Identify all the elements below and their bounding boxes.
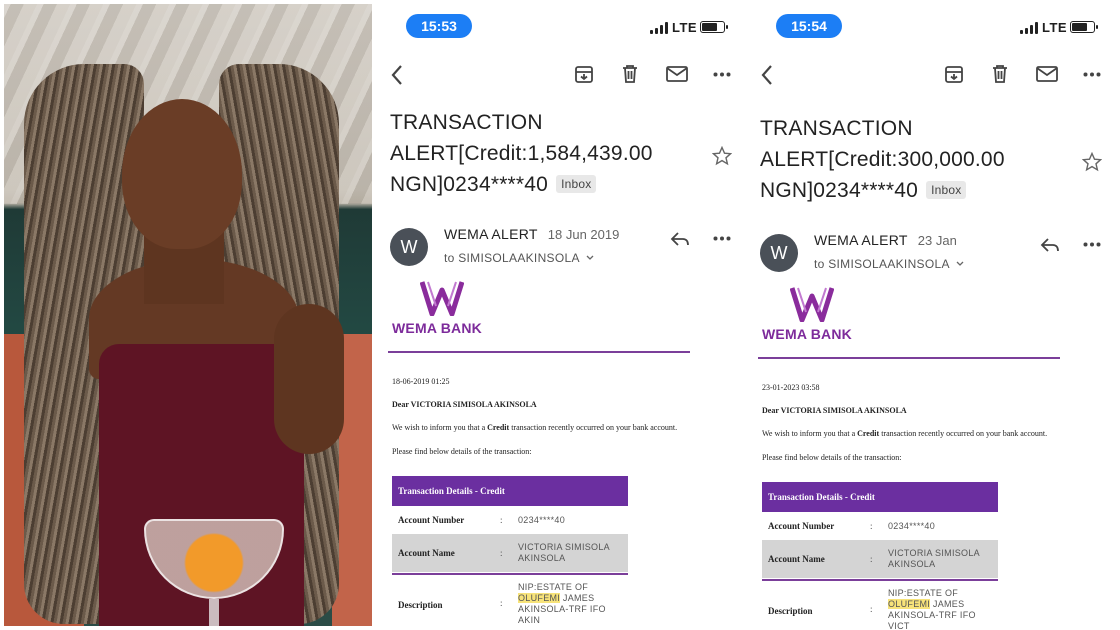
face <box>122 99 242 249</box>
intro-text: We wish to inform you that a Credit tran… <box>762 429 1048 438</box>
table-divider <box>392 573 628 575</box>
battery-icon <box>1070 21 1098 33</box>
signal-icon <box>1020 22 1040 34</box>
portrait-photo <box>4 4 372 626</box>
wema-bank-logo: WEMA BANK <box>392 280 502 340</box>
trash-icon[interactable] <box>991 64 1009 84</box>
header-divider <box>388 351 690 353</box>
network-type: LTE <box>1042 20 1068 35</box>
email-subject: TRANSACTION ALERT[Credit:1,584,439.00 NG… <box>390 111 653 196</box>
account-number-row: Account Number : 0234****40 <box>398 515 566 525</box>
inbox-label[interactable]: Inbox <box>926 181 967 199</box>
more-icon[interactable] <box>713 72 731 77</box>
highlighted-name: OLUFEMI <box>518 593 561 603</box>
avatar[interactable]: W <box>760 234 798 272</box>
account-name-row: Account Name : VICTORIA SIMISOLA AKINSOLA <box>762 540 998 578</box>
wema-logo-icon <box>420 281 464 316</box>
recipient-line[interactable]: to SIMISOLAAKINSOLA <box>814 255 964 271</box>
wema-logo-icon <box>790 287 834 322</box>
more-icon[interactable] <box>1083 72 1101 77</box>
mail-icon[interactable] <box>1036 66 1058 82</box>
table-title: Transaction Details - Credit <box>762 482 998 512</box>
network-type: LTE <box>672 20 698 35</box>
email-timestamp: 23-01-2023 03:58 <box>762 383 820 392</box>
email-subject: TRANSACTION ALERT[Credit:300,000.00 NGN]… <box>760 117 1005 202</box>
account-name-row: Account Name : VICTORIA SIMISOLA AKINSOLA <box>392 534 628 572</box>
chevron-down-icon[interactable] <box>956 255 964 269</box>
recipient-line[interactable]: to SIMISOLAAKINSOLA <box>444 249 594 265</box>
account-number-row: Account Number : 0234****40 <box>768 521 936 531</box>
sender-line[interactable]: WEMA ALERT 23 Jan <box>814 232 957 248</box>
wema-bank-logo: WEMA BANK <box>762 286 872 346</box>
details-intro: Please find below details of the transac… <box>762 453 902 462</box>
highlighted-name: OLUFEMI <box>888 599 931 609</box>
avatar[interactable]: W <box>390 228 428 266</box>
email-screenshot-2: 15:54 LTE TRANSACTION ALERT[Credit:300,0… <box>748 0 1110 630</box>
more-icon[interactable] <box>1083 242 1101 247</box>
arm <box>274 304 344 454</box>
mail-icon[interactable] <box>666 66 688 82</box>
back-icon[interactable] <box>760 64 774 86</box>
more-icon[interactable] <box>713 236 731 241</box>
email-screenshot-1: 15:53 LTE TRANSACTION ALERT[Credit:1,584… <box>378 0 740 630</box>
trash-icon[interactable] <box>621 64 639 84</box>
reply-icon[interactable] <box>670 231 690 247</box>
star-icon[interactable] <box>1082 152 1102 172</box>
table-title: Transaction Details - Credit <box>392 476 628 506</box>
reply-icon[interactable] <box>1040 237 1060 253</box>
signal-icon <box>650 22 670 34</box>
inbox-label[interactable]: Inbox <box>556 175 597 193</box>
greeting: Dear VICTORIA SIMISOLA AKINSOLA <box>762 406 907 415</box>
table-divider <box>762 579 998 581</box>
glass-stem <box>209 599 219 626</box>
archive-icon[interactable] <box>944 64 964 84</box>
intro-text: We wish to inform you that a Credit tran… <box>392 423 678 432</box>
star-icon[interactable] <box>712 146 732 166</box>
email-timestamp: 18-06-2019 01:25 <box>392 377 450 386</box>
status-time: 15:53 <box>406 14 472 38</box>
header-divider <box>758 357 1060 359</box>
battery-icon <box>700 21 728 33</box>
sender-line[interactable]: WEMA ALERT 18 Jun 2019 <box>444 226 619 242</box>
archive-icon[interactable] <box>574 64 594 84</box>
back-icon[interactable] <box>390 64 404 86</box>
status-time: 15:54 <box>776 14 842 38</box>
greeting: Dear VICTORIA SIMISOLA AKINSOLA <box>392 400 537 409</box>
chevron-down-icon[interactable] <box>586 249 594 263</box>
details-intro: Please find below details of the transac… <box>392 447 532 456</box>
description-row: Description : NIP:ESTATE OF OLUFEMI JAME… <box>768 588 976 630</box>
description-row: Description : NIP:ESTATE OF OLUFEMI JAME… <box>398 582 606 625</box>
